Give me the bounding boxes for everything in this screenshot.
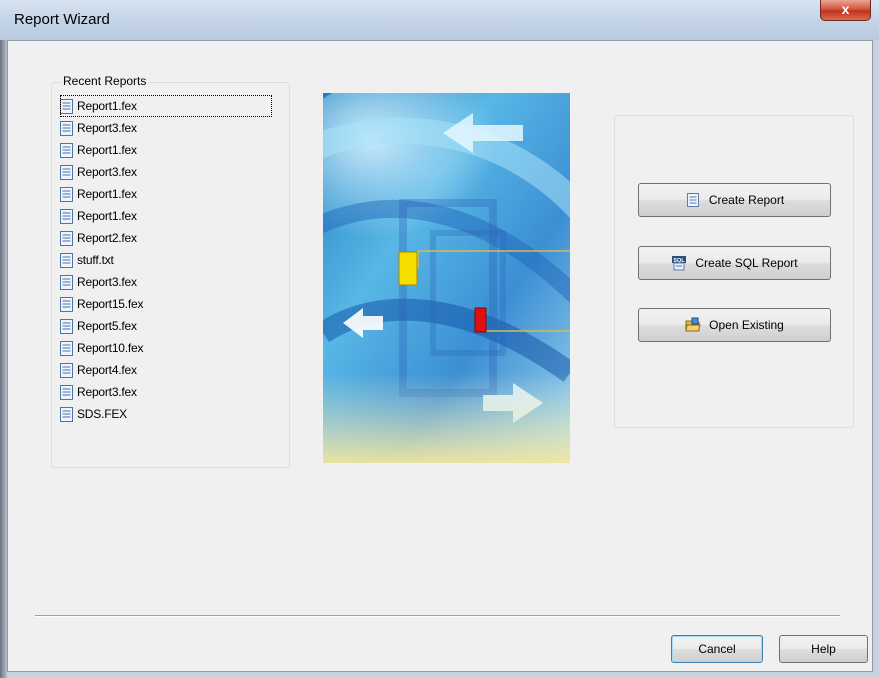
recent-report-label: Report3.fex [77, 385, 137, 399]
wizard-banner-image [323, 93, 570, 463]
recent-report-label: Report1.fex [77, 209, 137, 223]
document-icon [60, 384, 73, 400]
recent-report-item[interactable]: Report1.fex [60, 183, 272, 205]
recent-report-item[interactable]: SDS.FEX [60, 403, 272, 425]
recent-report-label: Report5.fex [77, 319, 137, 333]
document-icon [60, 208, 73, 224]
create-sql-report-label: Create SQL Report [695, 256, 798, 270]
recent-report-label: Report3.fex [77, 275, 137, 289]
document-icon [60, 318, 73, 334]
recent-report-item[interactable]: Report3.fex [60, 117, 272, 139]
window-title: Report Wizard [14, 11, 110, 28]
recent-report-label: Report10.fex [77, 341, 144, 355]
open-existing-label: Open Existing [709, 318, 784, 332]
sql-icon: SQL [672, 256, 687, 271]
create-report-button[interactable]: Create Report [638, 183, 831, 217]
recent-report-label: Report3.fex [77, 165, 137, 179]
create-report-label: Create Report [708, 193, 785, 207]
help-label: Help [811, 642, 836, 656]
recent-report-label: Report1.fex [77, 99, 137, 113]
recent-report-item[interactable]: Report1.fex [60, 95, 272, 117]
recent-report-label: Report1.fex [77, 143, 137, 157]
document-icon [60, 406, 73, 422]
recent-report-item[interactable]: Report1.fex [60, 139, 272, 161]
recent-report-item[interactable]: Report1.fex [60, 205, 272, 227]
recent-report-item[interactable]: stuff.txt [60, 249, 272, 271]
close-button[interactable]: x [820, 0, 871, 21]
recent-report-item[interactable]: Report2.fex [60, 227, 272, 249]
recent-report-label: SDS.FEX [77, 407, 127, 421]
recent-reports-legend: Recent Reports [61, 74, 149, 88]
document-icon [60, 362, 73, 378]
document-icon [60, 274, 73, 290]
recent-report-item[interactable]: Report3.fex [60, 161, 272, 183]
document-icon [60, 296, 73, 312]
recent-report-label: Report2.fex [77, 231, 137, 245]
recent-report-item[interactable]: Report15.fex [60, 293, 272, 315]
document-icon [60, 230, 73, 246]
recent-report-label: Report1.fex [77, 187, 137, 201]
cancel-button[interactable]: Cancel [671, 635, 763, 663]
recent-report-item[interactable]: Report3.fex [60, 381, 272, 403]
create-sql-report-button[interactable]: SQL Create SQL Report [638, 246, 831, 280]
cancel-label: Cancel [698, 642, 736, 656]
recent-report-label: stuff.txt [77, 253, 114, 267]
recent-report-item[interactable]: Report4.fex [60, 359, 272, 381]
title-bar[interactable]: Report Wizard x [0, 0, 879, 40]
document-icon [60, 142, 73, 158]
document-icon [686, 193, 699, 207]
dialog-client: Recent Reports Report1.fex Report3.fex Rep… [7, 40, 873, 672]
recent-report-label: Report4.fex [77, 363, 137, 377]
recent-reports-list[interactable]: Report1.fex Report3.fex Report1.fex Report3… [60, 95, 272, 425]
document-icon [60, 98, 73, 114]
help-button[interactable]: Help [779, 635, 868, 663]
recent-report-item[interactable]: Report10.fex [60, 337, 272, 359]
recent-report-item[interactable]: Report3.fex [60, 271, 272, 293]
recent-report-label: Report15.fex [77, 297, 144, 311]
open-existing-button[interactable]: Open Existing [638, 308, 831, 342]
document-icon [60, 186, 73, 202]
recent-reports-group: Recent Reports Report1.fex Report3.fex Rep… [51, 74, 290, 468]
window-edge [0, 40, 7, 678]
footer-separator [35, 615, 840, 617]
close-icon: x [841, 1, 850, 17]
document-icon [60, 252, 73, 268]
open-folder-icon [685, 317, 701, 332]
document-icon [60, 164, 73, 180]
document-icon [60, 120, 73, 136]
recent-report-item[interactable]: Report5.fex [60, 315, 272, 337]
recent-report-label: Report3.fex [77, 121, 137, 135]
document-icon [60, 340, 73, 356]
